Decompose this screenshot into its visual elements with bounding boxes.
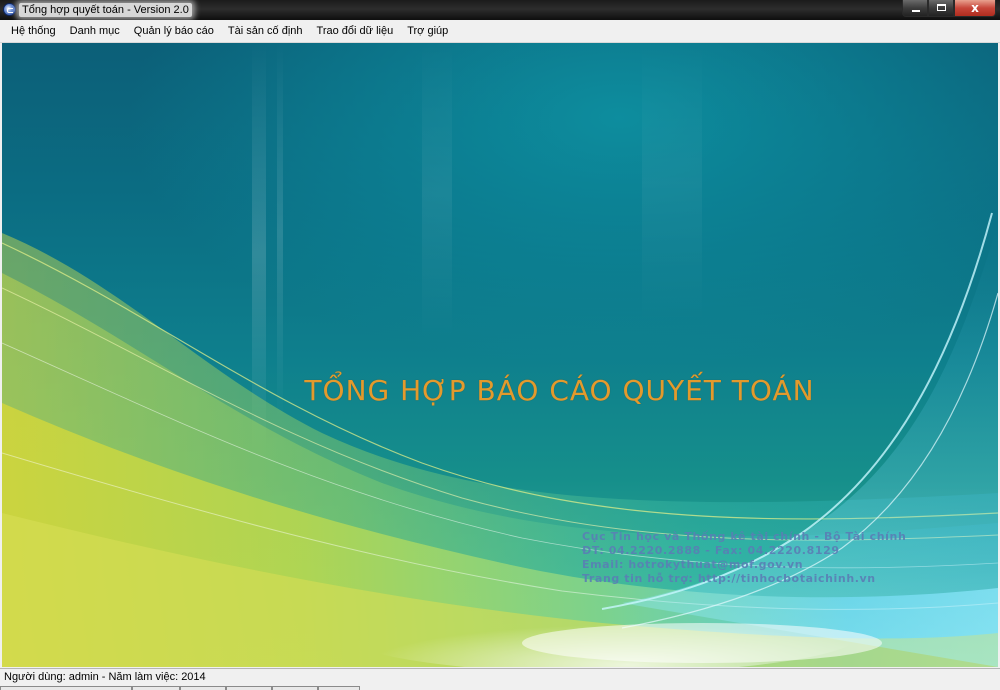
status-panels xyxy=(0,686,1000,690)
contact-info: Cục Tin học và Thống kê tài chính - Bộ T… xyxy=(582,530,906,586)
caption-buttons: x xyxy=(902,0,996,18)
menu-he-thong[interactable]: Hệ thống xyxy=(0,21,63,41)
title-bar[interactable]: Tổng hợp quyết toán - Version 2.0 x xyxy=(0,0,1000,20)
menu-tai-san-co-dinh[interactable]: Tài sản cố định xyxy=(221,21,310,41)
status-user-year: Người dùng: admin - Năm làm việc: 2014 xyxy=(4,671,206,683)
status-panel xyxy=(132,686,180,690)
menu-trao-doi-du-lieu[interactable]: Trao đổi dữ liệu xyxy=(310,21,401,41)
menu-quan-ly-bao-cao[interactable]: Quản lý báo cáo xyxy=(127,21,221,41)
status-bar: Người dùng: admin - Năm làm việc: 2014 xyxy=(0,668,1000,690)
info-email: Email: hotrokythuat@mof.gov.vn xyxy=(582,558,804,571)
close-button[interactable]: x xyxy=(954,0,996,17)
info-organization: Cục Tin học và Thống kê tài chính - Bộ T… xyxy=(582,530,907,543)
app-logo-icon[interactable] xyxy=(3,3,16,16)
splash-background: TỔNG HỢP BÁO CÁO QUYẾT TOÁN Cục Tin học … xyxy=(2,43,998,667)
window-title: Tổng hợp quyết toán - Version 2.0 xyxy=(19,3,192,17)
menu-tro-giup[interactable]: Trợ giúp xyxy=(400,21,455,41)
menu-bar: Hệ thống Danh mục Quản lý báo cáo Tài sả… xyxy=(0,20,1000,43)
menu-danh-muc[interactable]: Danh mục xyxy=(63,21,127,41)
status-panel xyxy=(272,686,318,690)
info-phone-fax: ĐT: 04.2220.2888 - Fax: 04.2220.8129 xyxy=(582,544,840,557)
minimize-button[interactable] xyxy=(902,0,928,17)
maximize-button[interactable] xyxy=(928,0,954,17)
status-panel xyxy=(318,686,360,690)
splash-title: TỔNG HỢP BÁO CÁO QUYẾT TOÁN xyxy=(304,374,815,407)
app-window: Tổng hợp quyết toán - Version 2.0 x Hệ t… xyxy=(0,0,1000,690)
info-support-site: Trang tin hỗ trợ: http://tinhocbotaichin… xyxy=(582,572,876,585)
status-panel xyxy=(180,686,226,690)
minimize-icon xyxy=(912,10,920,12)
close-icon: x xyxy=(971,1,979,15)
maximize-icon xyxy=(937,4,946,11)
status-panel xyxy=(0,686,132,690)
status-panel xyxy=(226,686,272,690)
